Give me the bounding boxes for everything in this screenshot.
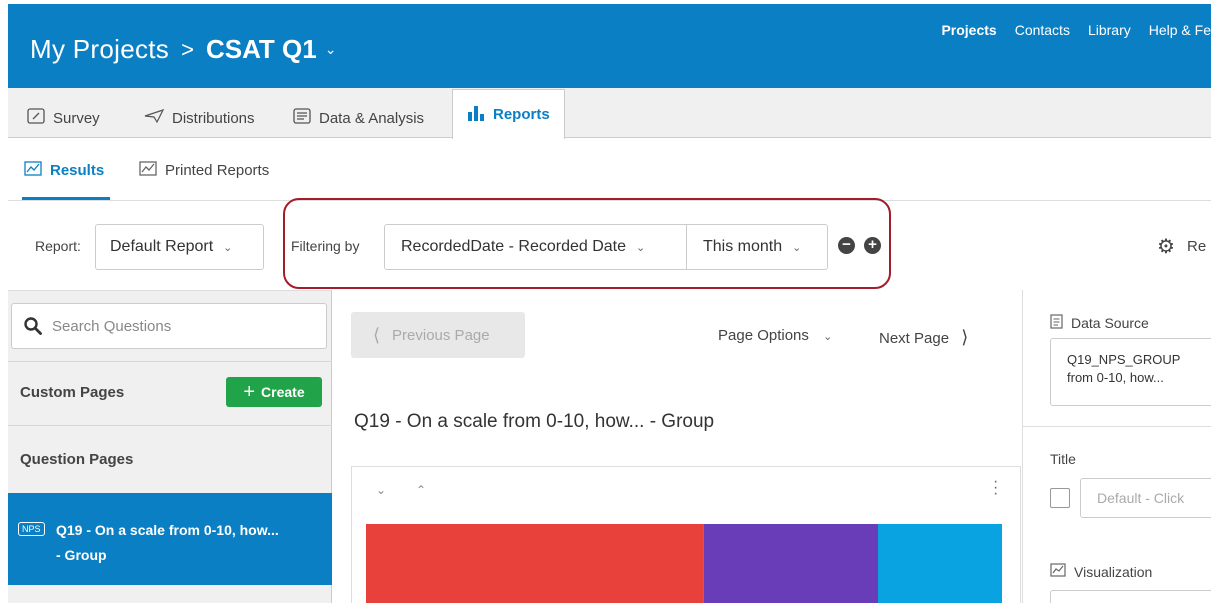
filtering-by-label: Filtering by <box>291 238 360 254</box>
more-options-icon[interactable]: · · · <box>993 474 998 502</box>
question-item-sublabel: - Group <box>56 547 107 563</box>
project-title[interactable]: CSAT Q1 <box>206 34 317 65</box>
tab-distributions[interactable]: Distributions <box>144 98 255 138</box>
question-pages-heading: Question Pages <box>20 451 134 468</box>
data-source-heading: Data Source <box>1050 313 1149 332</box>
question-item-label: Q19 - On a scale from 0-10, how... <box>56 522 279 538</box>
visualization-card: ⌄ ⌃ · · · <box>351 466 1021 603</box>
expand-chevron-icon[interactable]: ⌃ <box>416 483 426 497</box>
breadcrumb: My Projects > CSAT Q1 ⌄ <box>30 34 336 65</box>
sidebar-divider <box>8 361 332 362</box>
chevron-down-icon: ⌄ <box>636 241 646 254</box>
tab-survey-label: Survey <box>53 109 100 127</box>
bar-segment-3 <box>878 524 1002 603</box>
tab-data-analysis[interactable]: Data & Analysis <box>293 98 424 138</box>
tab-distributions-label: Distributions <box>172 109 255 127</box>
tab-reports-label: Reports <box>493 106 550 123</box>
visualization-label: Visualization <box>1074 563 1153 580</box>
subtab-results[interactable]: Results <box>24 161 104 179</box>
subtab-printed-reports-label: Printed Reports <box>165 161 270 179</box>
next-page-button[interactable]: Next Page ⟩ <box>879 327 968 348</box>
filter-control: RecordedDate - Recorded Date ⌄ This mont… <box>384 224 828 270</box>
chevron-down-icon[interactable]: ⌄ <box>325 41 337 58</box>
gear-icon[interactable]: ⚙ <box>1157 234 1175 259</box>
visualization-heading: Visualization <box>1050 563 1152 580</box>
page-options-label: Page Options <box>718 327 809 344</box>
tab-data-analysis-label: Data & Analysis <box>319 109 425 127</box>
bar-chart-icon <box>467 105 485 125</box>
visualization-select[interactable] <box>1050 590 1211 603</box>
project-tabs: Survey Distributions Data & Analysis Rep… <box>8 88 1211 139</box>
nps-badge: NPS <box>18 522 45 536</box>
subtab-printed-reports[interactable]: Printed Reports <box>139 161 269 179</box>
title-checkbox[interactable] <box>1050 488 1070 508</box>
tab-reports[interactable]: Reports <box>452 89 565 139</box>
report-select[interactable]: Default Report ⌄ <box>95 224 264 270</box>
title-heading: Title <box>1050 451 1076 467</box>
page-title: Q19 - On a scale from 0-10, how... - Gro… <box>354 411 715 432</box>
paper-plane-icon <box>144 108 165 127</box>
previous-page-button[interactable]: ⟨ Previous Page <box>351 312 525 358</box>
filter-field-select[interactable]: RecordedDate - Recorded Date ⌄ <box>385 225 687 269</box>
custom-pages-heading: Custom Pages <box>20 384 125 401</box>
plus-icon: + <box>243 380 256 403</box>
tab-survey[interactable]: Survey <box>27 98 100 138</box>
previous-page-label: Previous Page <box>392 326 490 344</box>
panel-divider <box>1023 426 1211 427</box>
filter-field-value: RecordedDate - Recorded Date <box>401 238 627 255</box>
data-source-label: Data Source <box>1071 314 1149 331</box>
chevron-right-icon: ⟩ <box>961 327 969 347</box>
remove-filter-icon[interactable]: − <box>838 237 855 254</box>
report-settings-label[interactable]: Re <box>1187 238 1206 255</box>
search-icon <box>24 317 42 335</box>
chevron-left-icon: ⟨ <box>373 324 381 345</box>
data-source-value: Q19_NPS_GROUP <box>1067 352 1181 367</box>
printed-report-icon <box>139 161 157 179</box>
data-source-sublabel: from 0-10, how... <box>1067 370 1164 385</box>
title-label: Title <box>1050 451 1076 467</box>
report-select-value: Default Report <box>110 238 214 255</box>
filter-range-select[interactable]: This month ⌄ <box>687 225 801 269</box>
title-input[interactable] <box>1080 478 1211 518</box>
sidebar-divider <box>8 425 332 426</box>
filter-range-value: This month <box>703 238 783 255</box>
nav-help[interactable]: Help & Fe <box>1149 22 1211 38</box>
chevron-down-icon: ⌄ <box>823 331 833 343</box>
document-icon <box>293 108 311 128</box>
bar-segment-2 <box>703 524 878 603</box>
top-bar: My Projects > CSAT Q1 ⌄ Projects Contact… <box>8 4 1211 88</box>
chevron-down-icon: ⌄ <box>792 241 802 254</box>
search-input[interactable] <box>52 317 302 335</box>
visualization-settings-panel: Data Source Q19_NPS_GROUP from 0-10, how… <box>1022 290 1211 603</box>
page-options-dropdown[interactable]: Page Options ⌄ <box>718 327 832 344</box>
stacked-bar-chart <box>366 524 1002 603</box>
global-nav: Projects Contacts Library Help & Fe <box>941 22 1211 38</box>
next-page-label: Next Page <box>879 330 950 347</box>
question-page-item[interactable]: NPS Q19 - On a scale from 0-10, how... -… <box>8 493 332 585</box>
bar-segment-1 <box>366 524 704 603</box>
subtab-results-label: Results <box>50 161 105 179</box>
active-subtab-indicator <box>22 197 110 200</box>
nav-projects[interactable]: Projects <box>941 22 996 38</box>
search-box[interactable] <box>11 303 327 349</box>
add-filter-icon[interactable]: + <box>864 237 881 254</box>
pencil-icon <box>27 108 45 128</box>
data-source-select[interactable]: Q19_NPS_GROUP from 0-10, how... <box>1050 338 1211 406</box>
collapse-chevron-icon[interactable]: ⌄ <box>376 483 386 497</box>
results-icon <box>24 161 42 179</box>
report-label: Report: <box>35 238 81 254</box>
nav-library[interactable]: Library <box>1088 22 1131 38</box>
create-page-button[interactable]: + Create <box>226 377 322 407</box>
clipboard-icon <box>1050 313 1063 332</box>
report-subtabs: Results Printed Reports <box>8 139 1211 201</box>
create-button-label: Create <box>261 384 305 400</box>
breadcrumb-my-projects[interactable]: My Projects <box>30 34 169 65</box>
breadcrumb-separator: > <box>181 36 194 62</box>
nav-contacts[interactable]: Contacts <box>1015 22 1070 38</box>
question-sidebar: Custom Pages + Create Question Pages NPS… <box>8 290 332 603</box>
chevron-down-icon: ⌄ <box>223 241 233 254</box>
visualization-icon <box>1050 563 1066 580</box>
